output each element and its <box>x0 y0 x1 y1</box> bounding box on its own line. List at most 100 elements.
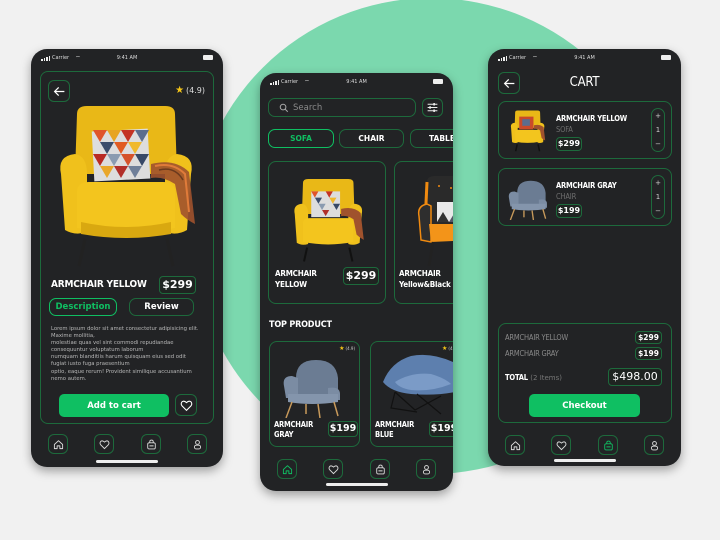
category-table[interactable]: TABLE <box>410 129 453 148</box>
nav-profile[interactable] <box>644 435 664 455</box>
summary-item-price: $299 <box>635 331 662 344</box>
total-value: $498.00 <box>608 368 662 386</box>
cart-item-price: $299 <box>556 137 582 151</box>
home-icon <box>53 439 63 449</box>
featured-card[interactable]: ARMCHAIR Yellow&Black <box>394 161 453 304</box>
cart-screen: Carrier ⌔ 9:41 AM CART ARMCHAIR YELLOW SO… <box>488 49 681 466</box>
rating: ★(4.9) <box>442 345 453 352</box>
battery-icon <box>433 79 443 84</box>
nav-home[interactable] <box>48 434 68 454</box>
nav-home[interactable] <box>277 459 297 479</box>
add-to-cart-button[interactable]: Add to cart <box>59 394 169 417</box>
cart-item-category: SOFA <box>556 125 573 134</box>
bottom-nav <box>31 434 223 460</box>
status-time: 9:41 AM <box>574 55 595 61</box>
heart-icon <box>180 400 192 411</box>
status-time: 9:41 AM <box>346 79 367 85</box>
star-icon: ★ <box>442 345 448 352</box>
summary-item-name: ARMCHAIR GRAY <box>505 349 559 358</box>
total-items: (2 Items) <box>530 374 563 382</box>
summary-item-name: ARMCHAIR YELLOW <box>505 333 568 342</box>
cart-item: ARMCHAIR YELLOW SOFA $299 + 1 − <box>498 101 672 159</box>
product-price: $299 <box>343 267 379 285</box>
status-time: 9:41 AM <box>116 55 138 61</box>
nav-favorites[interactable] <box>323 459 343 479</box>
star-icon: ★ <box>339 345 345 352</box>
cart-item-name: ARMCHAIR YELLOW <box>556 114 628 123</box>
nav-cart[interactable] <box>598 435 618 455</box>
tab-description[interactable]: Description <box>49 298 117 316</box>
home-icon <box>282 464 292 474</box>
status-bar: Carrier ⌔ 9:41 AM <box>31 54 223 64</box>
shopping-bag-icon <box>375 464 385 474</box>
user-icon <box>193 439 201 449</box>
featured-card[interactable]: ARMCHAIR YELLOW $299 <box>268 161 386 304</box>
nav-favorites[interactable] <box>551 435 571 455</box>
status-bar: Carrier ⌔ 9:41 AM <box>260 78 453 88</box>
battery-icon <box>661 55 671 60</box>
search-input[interactable]: Search <box>268 98 416 117</box>
nav-profile[interactable] <box>416 459 436 479</box>
rating: ★(4.9) <box>339 345 355 352</box>
product-image <box>510 110 546 152</box>
product-image <box>508 180 547 220</box>
user-icon <box>422 464 430 474</box>
decrement-button[interactable]: − <box>655 140 661 148</box>
quantity-stepper: + 1 − <box>651 108 665 152</box>
nav-favorites[interactable] <box>94 434 114 454</box>
product-description: Lorem ipsum dolor sit amet consectetur a… <box>51 326 199 382</box>
decrement-button[interactable]: − <box>655 207 661 215</box>
arrow-left-icon <box>53 86 64 96</box>
rating-value: (4.9) <box>186 86 205 95</box>
home-indicator <box>553 459 616 462</box>
total-label: TOTAL (2 Items) <box>505 373 563 382</box>
nav-cart[interactable] <box>370 459 390 479</box>
top-product-card[interactable]: ★(4.9) ARMCHAIR BLUE $199 <box>370 341 453 447</box>
shopping-bag-icon <box>603 440 613 450</box>
rating: ★ (4.9) <box>175 85 205 96</box>
increment-button[interactable]: + <box>655 179 661 187</box>
cart-item-name: ARMCHAIR GRAY <box>556 181 617 190</box>
back-button[interactable] <box>48 80 70 102</box>
page-title: CART <box>569 75 600 90</box>
product-name: ARMCHAIR YELLOW <box>275 269 317 289</box>
filter-button[interactable] <box>422 98 443 117</box>
product-image <box>294 179 364 262</box>
product-price: $299 <box>159 276 196 294</box>
product-name: ARMCHAIR YELLOW <box>51 279 147 290</box>
category-sofa[interactable]: SOFA <box>268 129 334 148</box>
section-title: TOP PRODUCT <box>269 320 332 330</box>
summary-item-price: $199 <box>635 347 662 360</box>
bottom-nav <box>488 435 681 461</box>
cart-item-price: $199 <box>556 204 582 218</box>
heart-icon <box>328 464 338 474</box>
product-image <box>383 354 453 415</box>
quantity-stepper: + 1 − <box>651 175 665 219</box>
heart-icon <box>99 439 109 449</box>
quantity-value: 1 <box>655 193 661 201</box>
user-icon <box>650 440 658 450</box>
favorite-button[interactable] <box>175 394 197 416</box>
increment-button[interactable]: + <box>655 112 661 120</box>
top-product-card[interactable]: ★ (4.9) ARMCHAIR GRAY $199 <box>269 341 360 447</box>
home-indicator <box>325 483 388 486</box>
quantity-value: 1 <box>655 126 661 134</box>
product-price: $199 <box>429 421 453 437</box>
search-placeholder: Search <box>293 102 323 113</box>
category-chair[interactable]: CHAIR <box>339 129 404 148</box>
status-bar: Carrier ⌔ 9:41 AM <box>488 54 681 64</box>
tab-review[interactable]: Review <box>129 298 194 316</box>
home-indicator <box>96 460 158 463</box>
checkout-button[interactable]: Checkout <box>529 394 640 417</box>
nav-cart[interactable] <box>141 434 161 454</box>
battery-icon <box>203 55 213 60</box>
nav-profile[interactable] <box>187 434 207 454</box>
star-icon: ★ <box>175 85 185 96</box>
nav-home[interactable] <box>505 435 525 455</box>
shopping-bag-icon <box>146 439 156 449</box>
search-icon <box>279 103 289 112</box>
product-image <box>283 360 340 418</box>
product-name: ARMCHAIR BLUE <box>375 420 415 439</box>
product-name: ARMCHAIR Yellow&Black <box>399 269 451 289</box>
bottom-nav <box>260 459 453 485</box>
